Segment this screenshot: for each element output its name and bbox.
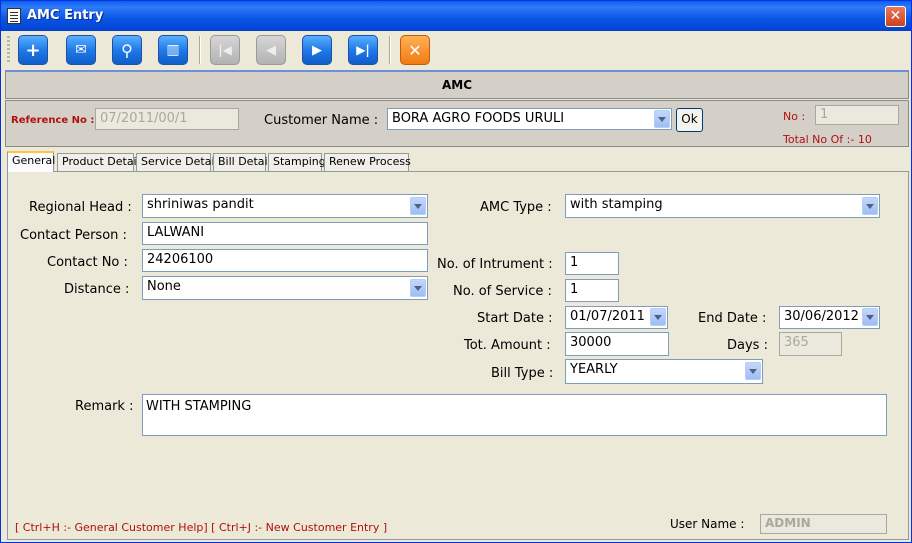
end-date-value: 30/06/2012: [784, 309, 859, 324]
chevron-down-icon[interactable]: [650, 308, 666, 326]
chevron-down-icon[interactable]: [654, 110, 670, 128]
no-label: No :: [783, 110, 806, 123]
ok-button[interactable]: Ok: [676, 108, 703, 132]
bill-type-value: YEARLY: [570, 362, 618, 377]
service-count-label: No. of Service :: [453, 284, 552, 299]
tab-service-detail[interactable]: Service Detail: [136, 153, 218, 171]
chevron-down-icon[interactable]: [862, 308, 878, 326]
start-date-label: Start Date :: [477, 311, 553, 326]
instrument-count-label: No. of Intrument :: [437, 257, 553, 272]
tab-renew-process[interactable]: Renew Process: [324, 153, 411, 171]
window-title: AMC Entry: [27, 8, 104, 23]
magnifier-icon: ⚲: [121, 40, 133, 60]
next-button[interactable]: ▶: [302, 35, 332, 65]
distance-label: Distance :: [64, 282, 130, 297]
toolbar-separator: [389, 36, 391, 64]
tab-product-detail[interactable]: Product Detail: [57, 153, 140, 171]
instrument-count-field[interactable]: 1: [565, 252, 619, 275]
no-field[interactable]: 1: [815, 105, 899, 125]
amc-entry-window: AMC Entry ✕ + ✉ ⚲ ▥ |◀ ◀ ▶ ▶| ✕ AMC Refe…: [0, 0, 912, 543]
title-bar[interactable]: AMC Entry ✕: [1, 1, 911, 31]
service-count-field[interactable]: 1: [565, 279, 619, 302]
days-field[interactable]: 365: [779, 332, 842, 356]
chevron-down-icon[interactable]: [410, 279, 426, 297]
exit-button[interactable]: ✕: [400, 35, 430, 65]
previous-icon: ◀: [266, 42, 276, 58]
total-amount-label: Tot. Amount :: [464, 338, 551, 353]
contact-person-field[interactable]: LALWANI: [142, 222, 428, 245]
reference-label: Reference No :: [11, 115, 95, 126]
info-panel: Reference No : 07/2011/00/1 Customer Nam…: [5, 100, 909, 147]
regional-head-dropdown[interactable]: shriniwas pandit: [142, 194, 428, 218]
amc-type-value: with stamping: [570, 197, 663, 212]
tab-general[interactable]: General: [7, 151, 55, 172]
search-button[interactable]: ⚲: [112, 35, 142, 65]
chevron-down-icon[interactable]: [745, 362, 761, 380]
toolbar-grip[interactable]: [7, 36, 10, 64]
contact-no-label: Contact No :: [47, 255, 128, 270]
amc-type-dropdown[interactable]: with stamping: [565, 194, 880, 218]
close-icon[interactable]: ✕: [885, 6, 906, 27]
distance-value: None: [147, 279, 181, 294]
next-icon: ▶: [312, 42, 322, 58]
prev-button[interactable]: ◀: [256, 35, 286, 65]
customer-value: BORA AGRO FOODS URULI: [392, 111, 565, 126]
contact-no-field[interactable]: 24206100: [142, 249, 428, 272]
end-date-label: End Date :: [698, 311, 767, 326]
distance-dropdown[interactable]: None: [142, 276, 428, 300]
start-date-value: 01/07/2011: [570, 309, 645, 324]
plus-icon: +: [25, 39, 41, 61]
total-count: Total No Of :- 10: [783, 133, 872, 146]
app-icon: [7, 8, 21, 24]
amc-type-label: AMC Type :: [480, 200, 552, 215]
bill-type-label: Bill Type :: [491, 366, 554, 381]
shortcut-help-text: [ Ctrl+H :- General Customer Help] [ Ctr…: [15, 521, 388, 534]
regional-head-label: Regional Head :: [29, 200, 132, 215]
user-name-label: User Name :: [670, 517, 745, 531]
add-button[interactable]: +: [18, 35, 48, 65]
remark-textarea[interactable]: WITH STAMPING: [142, 394, 887, 436]
chevron-down-icon[interactable]: [410, 197, 426, 215]
x-icon: ✕: [408, 40, 422, 60]
customer-label: Customer Name :: [264, 113, 379, 128]
regional-head-value: shriniwas pandit: [147, 197, 254, 212]
start-date-picker[interactable]: 01/07/2011: [565, 306, 668, 329]
user-name-field[interactable]: ADMIN: [760, 514, 887, 534]
delete-button[interactable]: ▥: [158, 35, 188, 65]
end-date-picker[interactable]: 30/06/2012: [779, 306, 880, 329]
contact-person-label: Contact Person :: [20, 228, 127, 243]
chevron-down-icon[interactable]: [862, 197, 878, 215]
first-button[interactable]: |◀: [210, 35, 240, 65]
days-label: Days :: [727, 338, 768, 353]
first-record-icon: |◀: [218, 43, 232, 57]
remark-label: Remark :: [75, 399, 134, 414]
last-button[interactable]: ▶|: [348, 35, 378, 65]
tab-bill-detail[interactable]: Bill Detail: [213, 153, 271, 171]
customer-dropdown[interactable]: BORA AGRO FOODS URULI: [387, 108, 672, 130]
tab-stamping[interactable]: Stamping: [268, 153, 326, 171]
trash-icon: ▥: [166, 42, 180, 58]
toolbar: + ✉ ⚲ ▥ |◀ ◀ ▶ ▶| ✕: [3, 32, 909, 68]
section-header: AMC: [5, 70, 909, 99]
reference-field[interactable]: 07/2011/00/1: [95, 108, 239, 130]
envelope-icon: ✉: [75, 42, 87, 58]
last-record-icon: ▶|: [356, 43, 370, 57]
toolbar-separator: [199, 36, 201, 64]
mail-button[interactable]: ✉: [66, 35, 96, 65]
total-amount-field[interactable]: 30000: [565, 332, 669, 356]
bill-type-dropdown[interactable]: YEARLY: [565, 359, 763, 384]
